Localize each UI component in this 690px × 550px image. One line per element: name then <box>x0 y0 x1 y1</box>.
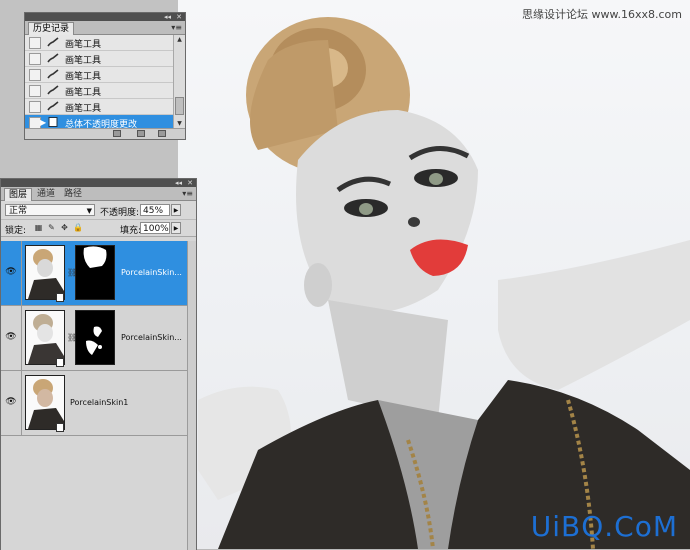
brush-icon <box>47 69 59 79</box>
mask-shape <box>86 326 102 355</box>
history-item[interactable]: 画笔工具 <box>25 67 173 83</box>
history-item[interactable]: 画笔工具 <box>25 83 173 99</box>
layer-row[interactable]: 👁 PorcelainSkin1 <box>1 371 187 436</box>
history-item-label: 画笔工具 <box>65 56 102 66</box>
portrait-thumbnail-image <box>28 249 64 299</box>
chevron-down-icon: ▼ <box>86 207 92 215</box>
history-item[interactable]: 画笔工具 <box>25 99 173 115</box>
lock-move-icon[interactable]: ✥ <box>60 223 69 232</box>
smart-object-icon <box>56 423 64 432</box>
collapse-icon[interactable]: ◂◂ <box>175 179 182 187</box>
tab-history[interactable]: 历史记录 <box>28 22 75 35</box>
visibility-eye-icon[interactable]: 👁 <box>5 267 17 277</box>
watermark-site: www.16xx8.com <box>591 8 682 21</box>
snapshot-checkbox[interactable] <box>29 37 41 49</box>
brush-icon <box>47 37 59 47</box>
layer-name[interactable]: PorcelainSkin... <box>121 333 182 342</box>
fill-label: 填充: <box>120 226 142 236</box>
layer-name[interactable]: PorcelainSkin1 <box>70 398 128 407</box>
scroll-thumb[interactable] <box>175 97 184 115</box>
opacity-slider-arrow-icon[interactable]: ▶ <box>171 204 181 216</box>
canvas-photo[interactable]: 思缘设计论坛 www.16xx8.com UiBQ.CoM <box>178 0 690 549</box>
blend-options-row: 正常 ▼ 不透明度: 45% ▶ <box>1 201 196 220</box>
layers-panel: ◂◂ ✕ 图层 通道 路径 ▾≡ 正常 ▼ 不透明度: 45% ▶ 锁定: ▦ … <box>0 178 197 550</box>
opacity-label: 不透明度: <box>100 208 140 218</box>
scroll-down-icon[interactable]: ▼ <box>175 120 184 128</box>
smart-object-icon <box>56 358 64 367</box>
brush-icon <box>47 53 59 63</box>
panel-menu-icon[interactable]: ▾≡ <box>182 189 193 198</box>
divider <box>21 241 22 305</box>
history-item-label: 画笔工具 <box>65 104 102 114</box>
layer-name[interactable]: PorcelainSkin... <box>121 268 182 277</box>
divider <box>21 371 22 435</box>
layer-mask-thumbnail[interactable] <box>75 310 115 365</box>
document-icon <box>48 117 58 127</box>
history-tabs: 历史记录 ▾≡ <box>25 21 185 35</box>
snapshot-checkbox[interactable] <box>29 85 41 97</box>
history-footer <box>25 128 185 139</box>
new-document-icon[interactable] <box>113 130 121 137</box>
layer-thumbnail[interactable] <box>25 245 65 300</box>
history-state-arrow-icon: ▶ <box>40 118 47 127</box>
layer-mask-thumbnail[interactable] <box>75 245 115 300</box>
history-list: 画笔工具 画笔工具 画笔工具 画笔工具 画笔工具 ▶ 总体不透明度更改 <box>25 35 173 131</box>
history-item-label: 画笔工具 <box>65 72 102 82</box>
lock-all-icon[interactable]: 🔒 <box>73 223 83 232</box>
layer-thumbnail[interactable] <box>25 310 65 365</box>
scroll-up-icon[interactable]: ▲ <box>175 36 184 44</box>
watermark-top: 思缘设计论坛 www.16xx8.com <box>522 6 682 22</box>
history-item-label: 画笔工具 <box>65 40 102 50</box>
close-icon[interactable]: ✕ <box>176 13 182 21</box>
layer-row[interactable]: 👁 ⛓ PorcelainSkin... <box>1 306 187 371</box>
panel-collapse-bar[interactable]: ◂◂ ✕ <box>1 179 196 187</box>
divider <box>21 306 22 370</box>
close-icon[interactable]: ✕ <box>187 179 193 187</box>
snapshot-checkbox[interactable] <box>29 69 41 81</box>
layer-thumbnail[interactable] <box>25 375 65 430</box>
layer-row-selected[interactable]: 👁 ⛓ PorcelainSkin... <box>1 241 187 306</box>
lock-transparency-icon[interactable]: ▦ <box>34 223 43 232</box>
tab-layers[interactable]: 图层 <box>4 188 33 201</box>
snapshot-checkbox[interactable] <box>29 101 41 113</box>
snapshot-checkbox[interactable] <box>29 53 41 65</box>
brush-icon <box>47 85 59 95</box>
tab-paths[interactable]: 路径 <box>60 188 86 200</box>
panel-menu-icon[interactable]: ▾≡ <box>171 23 182 32</box>
snapshot-camera-icon[interactable] <box>137 130 145 137</box>
layers-tabs: 图层 通道 路径 ▾≡ <box>1 187 196 201</box>
portrait-thumbnail-image <box>28 314 64 364</box>
fill-slider-arrow-icon[interactable]: ▶ <box>171 222 181 234</box>
history-item[interactable]: 画笔工具 <box>25 35 173 51</box>
blend-mode-select[interactable]: 正常 ▼ <box>5 204 95 216</box>
blend-mode-value: 正常 <box>9 206 28 216</box>
layers-scrollbar[interactable] <box>187 241 196 550</box>
trash-icon[interactable] <box>158 130 166 137</box>
visibility-eye-icon[interactable]: 👁 <box>5 397 17 407</box>
tab-channels[interactable]: 通道 <box>33 188 59 200</box>
collapse-icon[interactable]: ◂◂ <box>164 13 171 21</box>
history-panel: ◂◂ ✕ 历史记录 ▾≡ 画笔工具 画笔工具 画笔工具 画笔工具 画笔工具 ▶ … <box>24 12 186 140</box>
panel-collapse-bar[interactable]: ◂◂ ✕ <box>25 13 185 21</box>
mask-shape <box>83 246 107 268</box>
history-item[interactable]: 画笔工具 <box>25 51 173 67</box>
history-scrollbar[interactable]: ▲ ▼ <box>173 35 185 129</box>
brush-icon <box>47 101 59 111</box>
visibility-eye-icon[interactable]: 👁 <box>5 332 17 342</box>
watermark-text: 思缘设计论坛 <box>522 8 589 21</box>
lock-brush-icon[interactable]: ✎ <box>47 223 56 232</box>
portrait-thumbnail-image <box>28 379 64 429</box>
lock-label: 锁定: <box>5 226 27 236</box>
opacity-input[interactable]: 45% <box>140 204 170 216</box>
history-item-label: 画笔工具 <box>65 88 102 98</box>
fill-input[interactable]: 100% <box>140 222 170 234</box>
model-photo <box>198 17 690 549</box>
watermark-bottom: UiBQ.CoM <box>530 510 678 543</box>
smart-object-icon <box>56 293 64 302</box>
lock-fill-row: 锁定: ▦ ✎ ✥ 🔒 填充: 100% ▶ <box>1 220 196 237</box>
